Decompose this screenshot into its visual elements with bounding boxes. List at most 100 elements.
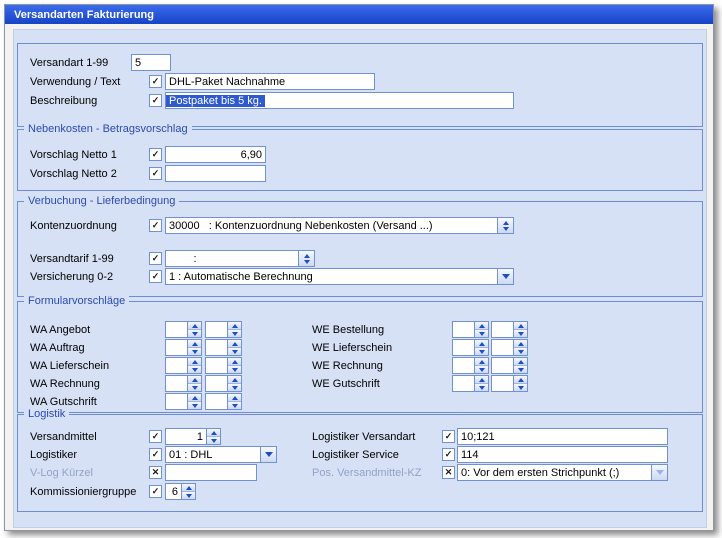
we-gutschrift-spinner-1[interactable] <box>452 375 489 392</box>
wa-auftrag-spinner-2[interactable] <box>205 339 242 356</box>
vorschlag-netto-2-checkbox[interactable]: ✓ <box>149 167 162 180</box>
verwendung-input[interactable]: DHL-Paket Nachnahme <box>165 73 375 90</box>
dropdown-arrow-button[interactable] <box>497 269 513 284</box>
kontenzuordnung-checkbox[interactable]: ✓ <box>149 219 162 232</box>
verwendung-checkbox[interactable]: ✓ <box>149 75 162 88</box>
spin-down-button[interactable] <box>188 365 201 373</box>
logistiker-versandart-input[interactable]: 10;121 <box>457 428 668 445</box>
spin-up-button[interactable] <box>182 484 195 491</box>
versicherung-select[interactable]: 1 : Automatische Berechnung <box>165 268 514 285</box>
logistiker-service-checkbox[interactable]: ✓ <box>442 448 455 461</box>
vlog-kuerzel-checkbox[interactable]: ✕ <box>149 466 162 479</box>
spin-up-button[interactable] <box>475 340 488 347</box>
pos-versandmittel-kz-select[interactable]: 0: Vor dem ersten Strichpunkt (;) <box>457 464 668 481</box>
beschreibung-checkbox[interactable]: ✓ <box>149 94 162 107</box>
wa-lieferschein-spinner-2[interactable] <box>205 357 242 374</box>
versandtarif-select[interactable]: : <box>165 250 315 267</box>
spin-down-button[interactable] <box>188 329 201 337</box>
we-rechnung-spinner-1[interactable] <box>452 357 489 374</box>
spin-up-button[interactable] <box>228 340 241 347</box>
kommissioniergruppe-checkbox[interactable]: ✓ <box>149 485 162 498</box>
wa-rechnung-spinner-2[interactable] <box>205 375 242 392</box>
spin-down-button[interactable] <box>188 401 201 409</box>
spin-up-button[interactable] <box>188 394 201 401</box>
spin-down-button[interactable] <box>475 365 488 373</box>
versandart-input[interactable]: 5 <box>131 54 171 71</box>
wa-rechnung-spinner-1[interactable] <box>165 375 202 392</box>
we-rechnung-spinner-2[interactable] <box>491 357 528 374</box>
spin-down-button[interactable] <box>188 383 201 391</box>
we-lieferschein-spinner-1[interactable] <box>452 339 489 356</box>
combo-updown-button[interactable] <box>497 218 513 233</box>
spin-down-button[interactable] <box>475 347 488 355</box>
spin-up-button[interactable] <box>514 358 527 365</box>
vlog-kuerzel-label: V-Log Kürzel <box>30 467 93 479</box>
spin-up-button[interactable] <box>188 376 201 383</box>
versandtarif-checkbox[interactable]: ✓ <box>149 252 162 265</box>
spin-down-button[interactable] <box>207 436 220 444</box>
spin-up-button[interactable] <box>228 358 241 365</box>
combo-updown-button[interactable] <box>298 251 314 266</box>
we-bestellung-label: WE Bestellung <box>312 324 384 336</box>
versandmittel-spinner[interactable]: 1 <box>165 428 221 445</box>
spin-down-button[interactable] <box>514 329 527 337</box>
versandmittel-checkbox[interactable]: ✓ <box>149 430 162 443</box>
arrow-down-icon <box>304 260 310 264</box>
spin-down-button[interactable] <box>228 383 241 391</box>
wa-angebot-spinner-2[interactable] <box>205 321 242 338</box>
vlog-kuerzel-input[interactable] <box>165 464 257 481</box>
spin-down-button[interactable] <box>514 383 527 391</box>
check-icon: ✓ <box>445 450 453 459</box>
vorschlag-netto-1-input[interactable]: 6,90 <box>165 146 266 163</box>
vorschlag-netto-1-checkbox[interactable]: ✓ <box>149 148 162 161</box>
spin-down-button[interactable] <box>228 347 241 355</box>
wa-angebot-spinner-1[interactable] <box>165 321 202 338</box>
spin-up-button[interactable] <box>475 358 488 365</box>
kontenzuordnung-select[interactable]: 30000 : Kontenzuordnung Nebenkosten (Ver… <box>165 217 514 234</box>
spin-down-button[interactable] <box>475 383 488 391</box>
window-titlebar[interactable]: Versandarten Fakturierung <box>5 5 713 24</box>
wa-gutschrift-spinner-2[interactable] <box>205 393 242 410</box>
wa-lieferschein-spinner-1[interactable] <box>165 357 202 374</box>
spin-up-button[interactable] <box>188 322 201 329</box>
versicherung-checkbox[interactable]: ✓ <box>149 270 162 283</box>
spin-up-button[interactable] <box>514 340 527 347</box>
we-bestellung-spinner-1[interactable] <box>452 321 489 338</box>
kommissioniergruppe-spinner[interactable]: 6 <box>165 483 196 500</box>
spin-up-button[interactable] <box>228 376 241 383</box>
logistiker-service-input[interactable]: 114 <box>457 446 668 463</box>
spin-up-button[interactable] <box>188 340 201 347</box>
spin-down-button[interactable] <box>228 401 241 409</box>
beschreibung-input[interactable]: Postpaket bis 5 kg. <box>165 92 514 109</box>
spin-up-button[interactable] <box>475 322 488 329</box>
wa-gutschrift-spinner-1[interactable] <box>165 393 202 410</box>
spin-down-button[interactable] <box>514 365 527 373</box>
spin-up-button[interactable] <box>228 322 241 329</box>
spin-up-button[interactable] <box>514 322 527 329</box>
spin-up-button[interactable] <box>475 376 488 383</box>
wa-auftrag-spinner-1[interactable] <box>165 339 202 356</box>
spin-up-button[interactable] <box>188 358 201 365</box>
versandtarif-label: Versandtarif 1-99 <box>30 253 114 265</box>
spin-up-button[interactable] <box>207 429 220 436</box>
spin-down-button[interactable] <box>228 329 241 337</box>
dropdown-arrow-button[interactable] <box>651 465 667 480</box>
spin-down-button[interactable] <box>182 491 195 499</box>
arrow-down-icon <box>232 350 238 354</box>
logistiker-versandart-checkbox[interactable]: ✓ <box>442 430 455 443</box>
spin-down-button[interactable] <box>228 365 241 373</box>
spin-down-button[interactable] <box>475 329 488 337</box>
spin-down-button[interactable] <box>514 347 527 355</box>
group-formular: Formularvorschläge WA Angebot WA Auftrag… <box>17 301 703 413</box>
spin-up-button[interactable] <box>228 394 241 401</box>
we-bestellung-spinner-2[interactable] <box>491 321 528 338</box>
logistiker-checkbox[interactable]: ✓ <box>149 448 162 461</box>
we-lieferschein-spinner-2[interactable] <box>491 339 528 356</box>
pos-versandmittel-kz-checkbox[interactable]: ✕ <box>442 466 455 479</box>
vorschlag-netto-2-input[interactable] <box>165 165 266 182</box>
we-gutschrift-spinner-2[interactable] <box>491 375 528 392</box>
spin-down-button[interactable] <box>188 347 201 355</box>
logistiker-select[interactable]: 01 : DHL <box>165 446 277 463</box>
dropdown-arrow-button[interactable] <box>260 447 276 462</box>
spin-up-button[interactable] <box>514 376 527 383</box>
